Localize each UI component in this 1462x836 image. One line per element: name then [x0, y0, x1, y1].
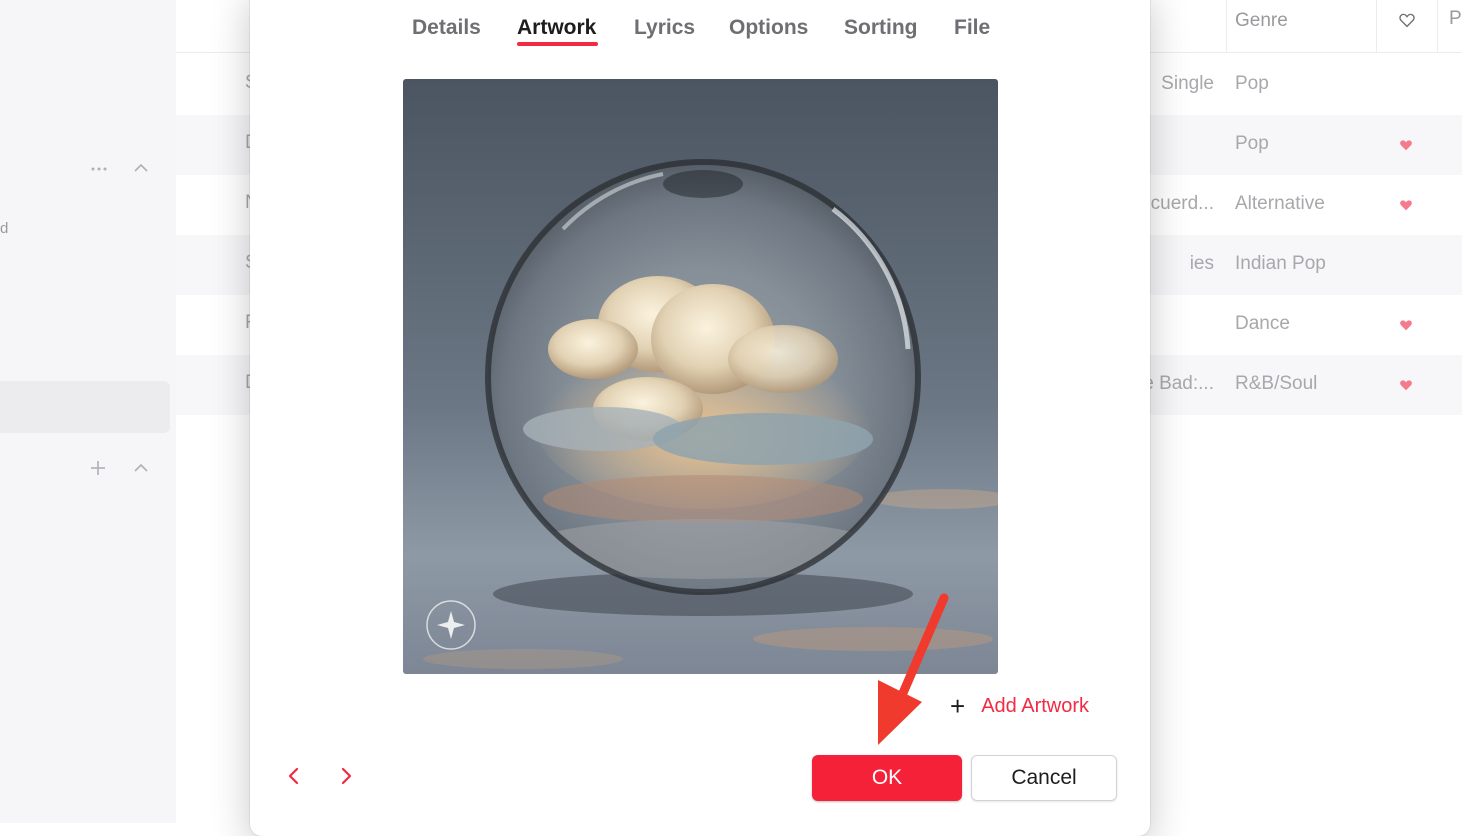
tab-options[interactable]: Options	[729, 16, 808, 40]
plus-icon[interactable]	[90, 460, 106, 476]
plus-icon: +	[950, 691, 966, 721]
song-info-dialog: Details Artwork Lyrics Options Sorting F…	[250, 0, 1150, 836]
column-divider	[1437, 0, 1438, 52]
heart-outline-icon[interactable]	[1398, 11, 1416, 29]
row-album: e Bad:...	[1143, 373, 1214, 394]
cancel-button[interactable]: Cancel	[971, 755, 1117, 801]
row-album: cuerd...	[1150, 193, 1214, 214]
partial-column-header[interactable]: P	[1449, 8, 1462, 30]
ellipsis-icon[interactable]	[90, 160, 108, 178]
row-genre: Pop	[1235, 133, 1269, 154]
row-album: Single	[1161, 73, 1214, 94]
row-genre: Pop	[1235, 73, 1269, 94]
chevron-left-icon[interactable]	[284, 766, 304, 786]
row-album: ies	[1189, 253, 1214, 274]
heart-filled-icon[interactable]	[1399, 138, 1413, 152]
sidebar-text-fragment: d	[0, 220, 9, 237]
row-genre: Indian Pop	[1235, 253, 1326, 274]
row-genre: R&B/Soul	[1235, 373, 1318, 394]
sidebar: d	[0, 0, 177, 823]
tab-artwork[interactable]: Artwork	[517, 16, 596, 40]
tab-sorting[interactable]: Sorting	[844, 16, 918, 40]
heart-filled-icon[interactable]	[1399, 198, 1413, 212]
active-tab-indicator	[517, 42, 598, 46]
row-genre: Alternative	[1235, 193, 1325, 214]
column-divider	[1376, 0, 1377, 52]
chevron-up-icon[interactable]	[133, 160, 149, 176]
column-divider	[1226, 0, 1227, 52]
tab-bar: Details Artwork Lyrics Options Sorting F…	[250, 16, 1150, 56]
add-artwork-label: Add Artwork	[981, 694, 1090, 717]
tab-details[interactable]: Details	[412, 16, 481, 40]
tab-lyrics[interactable]: Lyrics	[634, 16, 695, 40]
ok-button[interactable]: OK	[812, 755, 962, 801]
heart-filled-icon[interactable]	[1399, 318, 1413, 332]
sidebar-selected-item[interactable]	[0, 381, 170, 433]
tab-file[interactable]: File	[954, 16, 990, 40]
add-artwork-button[interactable]: + Add Artwork	[950, 691, 1089, 721]
genre-column-header[interactable]: Genre	[1235, 10, 1288, 32]
row-genre: Dance	[1235, 313, 1290, 334]
chevron-right-icon[interactable]	[336, 766, 356, 786]
chevron-up-icon[interactable]	[133, 460, 149, 476]
artwork-image[interactable]	[403, 79, 998, 674]
heart-filled-icon[interactable]	[1399, 378, 1413, 392]
